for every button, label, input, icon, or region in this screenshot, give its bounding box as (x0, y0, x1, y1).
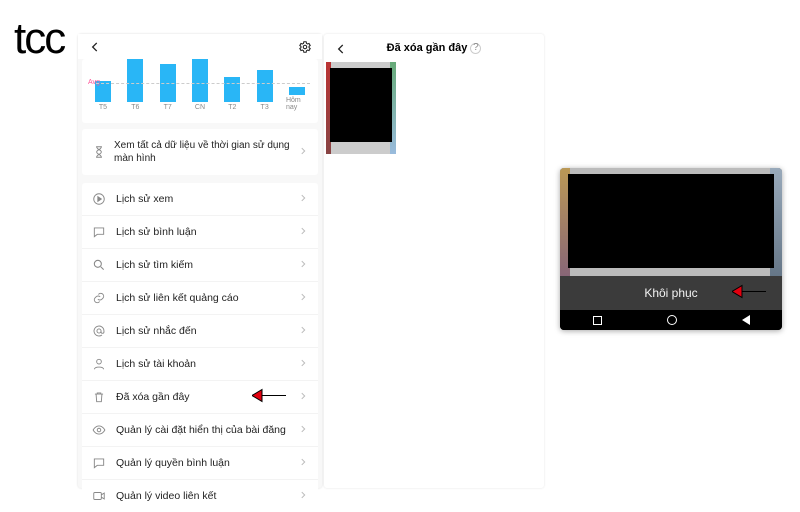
menu-item-play-circle[interactable]: Lịch sử xem (82, 183, 318, 216)
help-icon[interactable]: ? (470, 43, 481, 54)
chart-bar: T3 (254, 70, 276, 111)
menu-item-label: Lịch sử tài khoản (116, 358, 288, 370)
menu-item-comment[interactable]: Quản lý quyền bình luận (82, 447, 318, 480)
history-menu-list: Lịch sử xem Lịch sử bình luận Lịch sử tìm … (82, 183, 318, 512)
menu-item-search[interactable]: Lịch sử tìm kiếm (82, 249, 318, 282)
logo: tcc (14, 14, 64, 64)
chevron-right-icon (298, 358, 308, 371)
chevron-right-icon (298, 424, 308, 437)
chevron-right-icon (298, 292, 308, 305)
back-icon[interactable] (334, 42, 348, 61)
page-title: Đã xóa gần đây (387, 42, 468, 54)
eye-icon (92, 423, 106, 437)
trash-icon (92, 390, 106, 404)
menu-item-label: Lịch sử liên kết quảng cáo (116, 292, 288, 304)
screen-time-row[interactable]: Xem tất cả dữ liệu về thời gian sử dụng … (82, 129, 318, 175)
menu-item-label: Lịch sử xem (116, 193, 288, 205)
menu-item-label: Lịch sử nhắc đến (116, 325, 288, 337)
menu-item-label: Lịch sử tìm kiếm (116, 259, 288, 271)
menu-item-person[interactable]: Lịch sử tài khoản (82, 348, 318, 381)
chart-bar: T7 (157, 64, 179, 111)
chevron-right-icon (298, 325, 308, 338)
restore-button[interactable]: Khôi phục (560, 276, 782, 310)
chart-bar: Hôm nay (286, 87, 308, 111)
android-nav-bar (560, 310, 782, 330)
menu-item-label: Đã xóa gần đây (116, 391, 288, 403)
chevron-right-icon (298, 146, 308, 159)
screen-time-label: Xem tất cả dữ liệu về thời gian sử dụng … (114, 139, 290, 165)
menu-item-link[interactable]: Lịch sử liên kết quảng cáo (82, 282, 318, 315)
menu-item-label: Quản lý quyền bình luận (116, 457, 288, 469)
chevron-right-icon (298, 226, 308, 239)
comment-icon (92, 456, 106, 470)
screentime-chart-card[interactable]: Avg T5T6T7CNT2T3Hôm nay (82, 59, 318, 123)
back-icon[interactable] (88, 40, 102, 57)
hourglass-icon (92, 145, 106, 159)
chart-bar: T6 (124, 59, 146, 111)
menu-item-label: Quản lý cài đặt hiển thị của bài đăng (116, 424, 288, 436)
settings-panel: Avg T5T6T7CNT2T3Hôm nay Xem tất cả dữ li… (78, 34, 322, 488)
menu-item-comment[interactable]: Lịch sử bình luận (82, 216, 318, 249)
menu-item-label: Lịch sử bình luận (116, 226, 288, 238)
restore-label: Khôi phục (644, 286, 697, 300)
link-icon (92, 291, 106, 305)
chart-bars: T5T6T7CNT2T3Hôm nay (90, 61, 310, 111)
play-circle-icon (92, 192, 106, 206)
link-video-icon (92, 489, 106, 503)
search-icon (92, 258, 106, 272)
gear-icon[interactable] (298, 40, 312, 57)
chevron-right-icon (298, 259, 308, 272)
back-nav-icon[interactable] (742, 315, 750, 325)
chart-bar: CN (189, 59, 211, 111)
recently-deleted-panel: Đã xóa gần đây ? (324, 34, 544, 488)
chevron-right-icon (298, 391, 308, 404)
home-icon[interactable] (667, 315, 677, 325)
recent-apps-icon[interactable] (593, 316, 602, 325)
avg-line (96, 83, 310, 84)
arrow-annotation (732, 282, 768, 305)
chevron-right-icon (298, 457, 308, 470)
at-icon (92, 324, 106, 338)
chevron-right-icon (298, 193, 308, 206)
deleted-video-thumbnail[interactable] (326, 62, 396, 154)
menu-item-link-video[interactable]: Quản lý video liên kết (82, 480, 318, 512)
chevron-right-icon (298, 490, 308, 503)
video-preview[interactable] (560, 168, 782, 276)
person-icon (92, 357, 106, 371)
comment-icon (92, 225, 106, 239)
restore-preview-panel: Khôi phục (560, 168, 782, 330)
menu-item-label: Quản lý video liên kết (116, 490, 288, 502)
menu-item-eye[interactable]: Quản lý cài đặt hiển thị của bài đăng (82, 414, 318, 447)
menu-item-trash[interactable]: Đã xóa gần đây (82, 381, 318, 414)
menu-item-at[interactable]: Lịch sử nhắc đến (82, 315, 318, 348)
